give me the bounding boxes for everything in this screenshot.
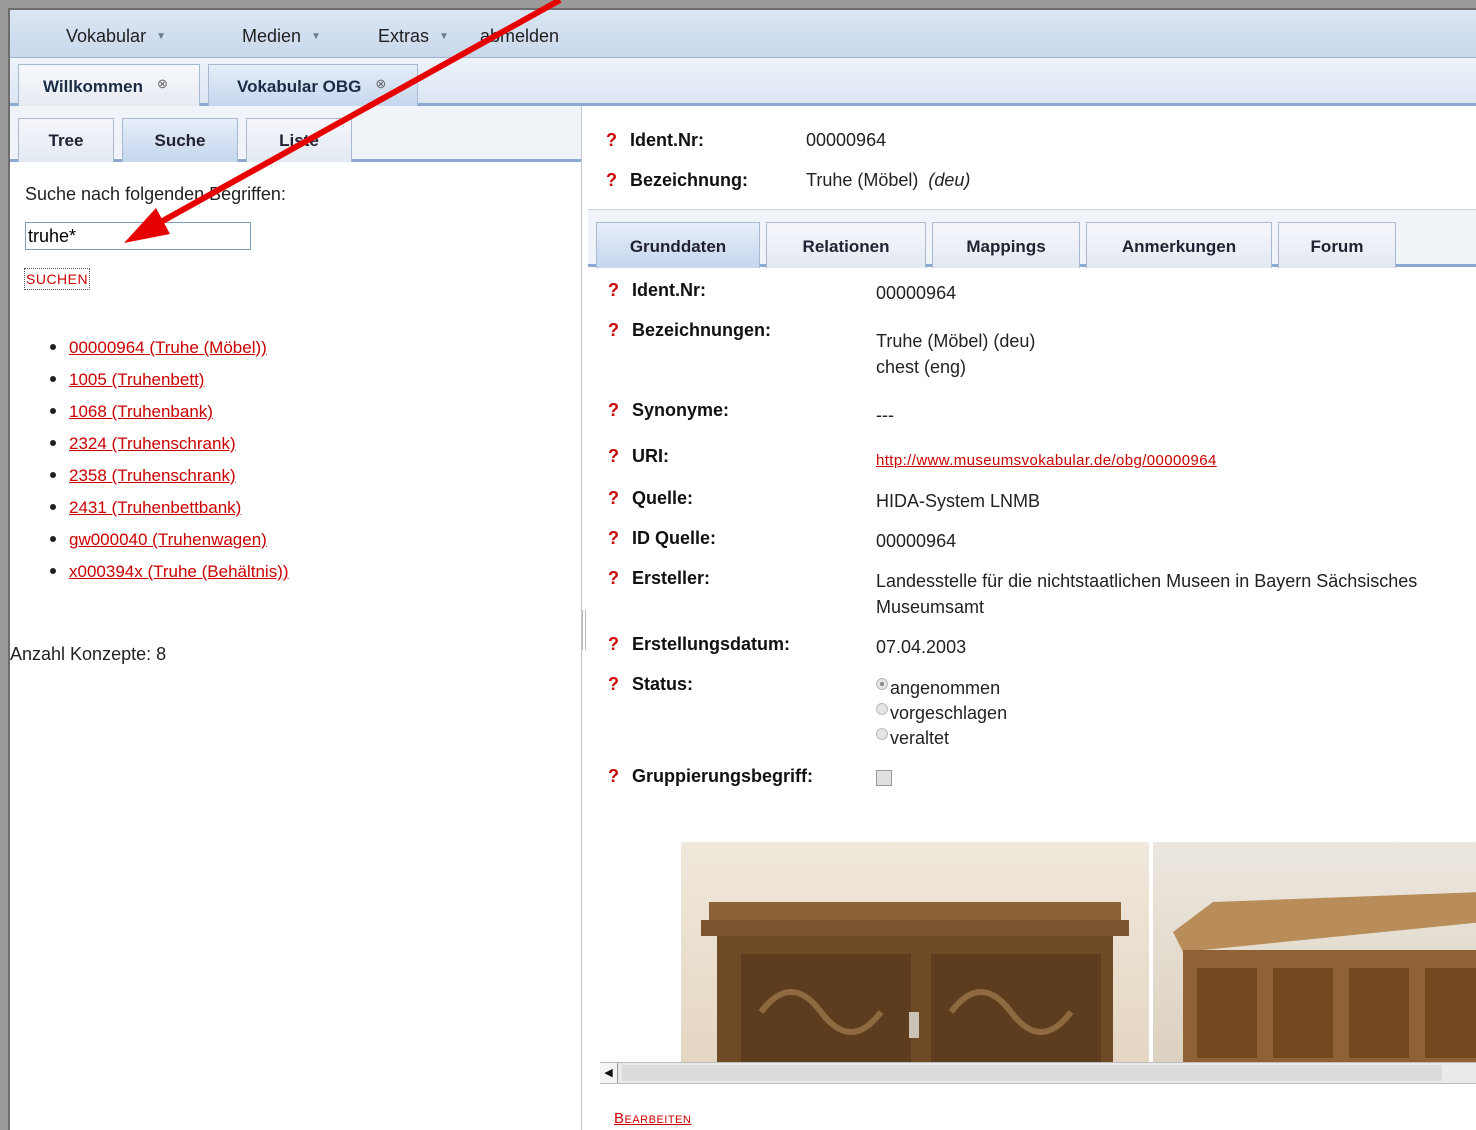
tab-grunddaten[interactable]: Grunddaten bbox=[596, 222, 760, 268]
bullet-icon bbox=[50, 344, 56, 350]
ident-label: Ident.Nr: bbox=[630, 130, 704, 150]
help-icon[interactable]: ? bbox=[608, 766, 619, 787]
list-item: x000394x (Truhe (Behältnis)) bbox=[50, 560, 289, 592]
tab-anmerkungen[interactable]: Anmerkungen bbox=[1086, 222, 1272, 268]
result-link[interactable]: 1005 (Truhenbett) bbox=[69, 370, 204, 389]
tab-tree[interactable]: Tree bbox=[18, 118, 114, 162]
scrollbar-thumb[interactable] bbox=[622, 1065, 1442, 1081]
close-icon[interactable]: ⊗ bbox=[157, 76, 168, 91]
tab-forum[interactable]: Forum bbox=[1278, 222, 1396, 268]
result-link[interactable]: 2324 (Truhenschrank) bbox=[69, 434, 236, 453]
panel-splitter[interactable] bbox=[582, 610, 586, 650]
menu-vokabular[interactable]: Vokabular ▼ bbox=[66, 26, 166, 47]
list-item: 2431 (Truhenbettbank) bbox=[50, 496, 289, 528]
radio-icon[interactable] bbox=[876, 703, 888, 715]
help-icon[interactable]: ? bbox=[608, 528, 619, 549]
help-icon[interactable]: ? bbox=[608, 446, 619, 467]
gruppierung-checkbox[interactable] bbox=[876, 770, 892, 786]
help-icon[interactable]: ? bbox=[606, 130, 617, 151]
radio-vorgeschlagen[interactable]: vorgeschlagen bbox=[876, 701, 1007, 726]
bullet-icon bbox=[50, 536, 56, 542]
menu-medien[interactable]: Medien ▼ bbox=[242, 26, 321, 47]
menu-abmelden[interactable]: abmelden bbox=[480, 26, 559, 47]
result-link[interactable]: gw000040 (Truhenwagen) bbox=[69, 530, 267, 549]
menu-bar: Vokabular ▼ Medien ▼ Extras ▼ abmelden bbox=[10, 10, 1476, 58]
chest-photo-2 bbox=[1153, 842, 1476, 1062]
bullet-icon bbox=[50, 472, 56, 478]
menu-extras[interactable]: Extras ▼ bbox=[378, 26, 449, 47]
list-item: 1068 (Truhenbank) bbox=[50, 400, 289, 432]
bullet-icon bbox=[50, 504, 56, 510]
chevron-down-icon: ▼ bbox=[156, 31, 166, 42]
chest-photo-1 bbox=[681, 842, 1149, 1062]
help-icon[interactable]: ? bbox=[608, 488, 619, 509]
bullet-icon bbox=[50, 568, 56, 574]
list-item: 2358 (Truhenschrank) bbox=[50, 464, 289, 496]
search-label: Suche nach folgenden Begriffen: bbox=[25, 184, 286, 204]
help-icon[interactable]: ? bbox=[608, 568, 619, 589]
search-results-list: 00000964 (Truhe (Möbel)) 1005 (Truhenbet… bbox=[50, 336, 289, 592]
scroll-left-arrow-icon[interactable]: ◀ bbox=[600, 1063, 618, 1083]
search-panel: Tree Suche Liste bbox=[10, 106, 582, 1130]
tab-willkommen[interactable]: Willkommen ⊗ bbox=[18, 64, 200, 106]
result-link[interactable]: 00000964 (Truhe (Möbel)) bbox=[69, 338, 267, 357]
image-gallery bbox=[681, 842, 1476, 1062]
radio-selected-icon[interactable] bbox=[876, 678, 888, 690]
result-link[interactable]: 2358 (Truhenschrank) bbox=[69, 466, 236, 485]
bezeichnung-label: Bezeichnung: bbox=[630, 170, 749, 190]
list-item: 00000964 (Truhe (Möbel)) bbox=[50, 336, 289, 368]
tab-liste[interactable]: Liste bbox=[246, 118, 352, 162]
bullet-icon bbox=[50, 376, 56, 382]
help-icon[interactable]: ? bbox=[608, 320, 619, 341]
edit-button[interactable]: Bearbeiten bbox=[614, 1110, 691, 1127]
radio-angenommen[interactable]: angenommen bbox=[876, 676, 1007, 701]
help-icon[interactable]: ? bbox=[608, 674, 619, 695]
close-icon[interactable]: ⊗ bbox=[375, 76, 386, 91]
bezeichnung-value: Truhe (Möbel) (deu) bbox=[806, 170, 971, 190]
list-item: gw000040 (Truhenwagen) bbox=[50, 528, 289, 560]
ident-value: 00000964 bbox=[806, 130, 887, 150]
tab-vokabular-obg[interactable]: Vokabular OBG ⊗ bbox=[208, 64, 418, 106]
chevron-down-icon: ▼ bbox=[311, 31, 321, 42]
concept-count: Anzahl Konzepte: 8 bbox=[10, 644, 167, 664]
help-icon[interactable]: ? bbox=[606, 170, 617, 191]
tab-relationen[interactable]: Relationen bbox=[766, 222, 926, 268]
bullet-icon bbox=[50, 440, 56, 446]
left-tab-bar: Tree Suche Liste bbox=[10, 106, 581, 162]
application-window: Vokabular ▼ Medien ▼ Extras ▼ abmelden Will… bbox=[8, 8, 1476, 1130]
result-link[interactable]: x000394x (Truhe (Behältnis)) bbox=[69, 562, 289, 581]
search-button[interactable]: SUCHEN bbox=[24, 268, 91, 290]
radio-icon[interactable] bbox=[876, 728, 888, 740]
language-tag: (deu) bbox=[928, 170, 971, 190]
help-icon[interactable]: ? bbox=[608, 280, 619, 301]
bullet-icon bbox=[50, 408, 56, 414]
status-radio-group: angenommen vorgeschlagen veraltet bbox=[876, 676, 1007, 751]
result-link[interactable]: 1068 (Truhenbank) bbox=[69, 402, 213, 421]
document-tab-bar: Willkommen ⊗ Vokabular OBG ⊗ bbox=[10, 58, 1476, 106]
search-input[interactable] bbox=[25, 222, 251, 250]
detail-panel: ? Ident.Nr: 00000964 ? Bezeichnung: Truh… bbox=[588, 106, 1476, 1130]
uri-link[interactable]: http://www.museumsvokabular.de/obg/00000… bbox=[876, 452, 1217, 469]
chevron-down-icon: ▼ bbox=[439, 31, 449, 42]
tab-mappings[interactable]: Mappings bbox=[932, 222, 1080, 268]
help-icon[interactable]: ? bbox=[608, 634, 619, 655]
list-item: 1005 (Truhenbett) bbox=[50, 368, 289, 400]
detail-tab-bar: Grunddaten Relationen Mappings Anmerkung… bbox=[588, 209, 1476, 268]
horizontal-scrollbar[interactable]: ◀ bbox=[600, 1062, 1476, 1084]
help-icon[interactable]: ? bbox=[608, 400, 619, 421]
list-item: 2324 (Truhenschrank) bbox=[50, 432, 289, 464]
radio-veraltet[interactable]: veraltet bbox=[876, 726, 1007, 751]
result-link[interactable]: 2431 (Truhenbettbank) bbox=[69, 498, 241, 517]
tab-suche[interactable]: Suche bbox=[122, 118, 238, 162]
